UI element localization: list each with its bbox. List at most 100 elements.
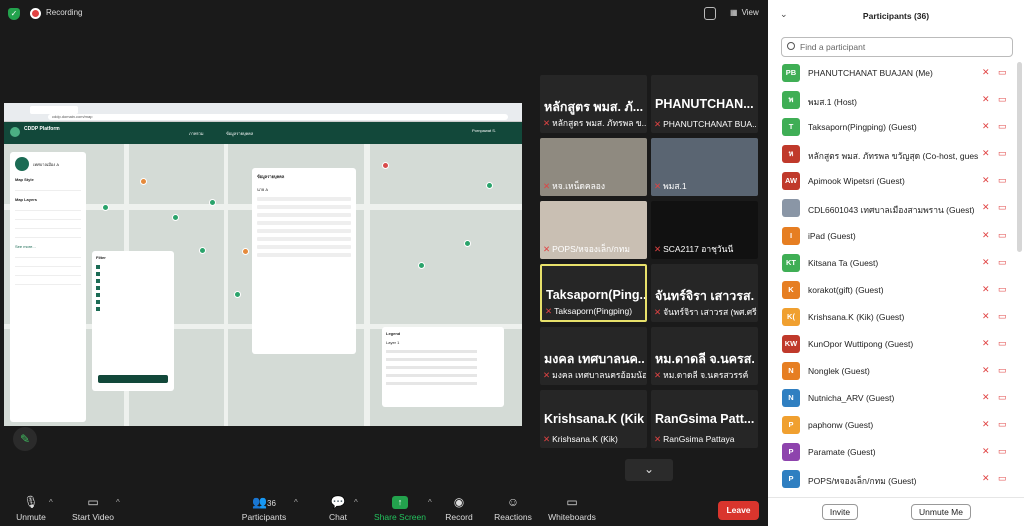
participants-caret-icon[interactable]: ^: [294, 498, 298, 507]
muted-mic-icon: ✕: [982, 392, 990, 403]
annotate-pen-icon[interactable]: ✎: [13, 427, 37, 451]
participant-row[interactable]: K(Krishsana.K (Kik) (Guest) ✕ ▭: [768, 304, 1024, 331]
participant-row[interactable]: PB PHANUTCHANAT BUAJAN (Me) ✕ ▭: [768, 60, 1024, 87]
camera-off-icon: ▭: [998, 337, 1007, 348]
filter-checkbox: [96, 264, 170, 268]
shared-panel-row: [15, 186, 81, 191]
shared-panel-row: [15, 233, 81, 238]
immersive-view-icon[interactable]: [704, 7, 716, 20]
participant-row[interactable]: พ พมส.1 (Host) ✕ ▭: [768, 87, 1024, 114]
map-road: [364, 144, 370, 426]
participant-row[interactable]: AW Apimook Wipetsri (Guest) ✕ ▭: [768, 168, 1024, 195]
zoom-meeting-window: ✓ Recording ▦ View cddp.domain.com/map CD…: [0, 0, 1024, 526]
camera-off-icon: ▭: [998, 392, 1007, 403]
muted-mic-icon: ✕: [982, 365, 990, 376]
video-tile-name: RanGsima Patt...: [655, 412, 755, 426]
video-tile[interactable]: ✕ POPS/หจองเล็ก/กทม: [540, 201, 647, 259]
unmute-button[interactable]: 🎙 Unmute: [14, 495, 48, 523]
camera-off-icon: ▭: [998, 67, 1007, 77]
whiteboards-button[interactable]: ▭ Whiteboards: [546, 496, 598, 523]
video-tile[interactable]: Krishsana.K (Kik) ✕ Krishsana.K (Kik): [540, 390, 647, 448]
browser-tab: [30, 106, 78, 114]
muted-mic-icon: ✕: [545, 306, 553, 316]
video-tile-label-text: จันทร์จิรา เสาวรส (พศ.ศรีล...: [663, 307, 757, 317]
start-video-button[interactable]: ▭ Start Video: [70, 496, 116, 523]
share-screen-button[interactable]: ↑ Share Screen: [374, 496, 426, 522]
view-button[interactable]: ▦ View: [730, 8, 759, 17]
detail-line: [257, 229, 351, 233]
video-tile[interactable]: หม.ดาดลี จ.นครส... ✕ หม.ดาดลี จ.นครสวรรค์: [651, 327, 758, 385]
participant-name: Paramate (Guest): [808, 447, 876, 458]
participant-search-input[interactable]: Find a participant: [781, 37, 1013, 57]
record-button[interactable]: ◉ Record: [444, 496, 474, 523]
shared-panel-row: [15, 224, 81, 229]
legend-line: [386, 382, 478, 385]
video-tile[interactable]: RanGsima Patt... ✕ RanGsima Pattaya: [651, 390, 758, 448]
audio-options-caret-icon[interactable]: ^: [49, 498, 53, 507]
participant-list-scrollbar[interactable]: [1017, 62, 1022, 252]
participant-row[interactable]: P Paramate (Guest) ✕ ▭: [768, 439, 1024, 466]
app-nav-overview: ภาพรวม: [189, 131, 204, 136]
video-tile-label-text: SCA2117 อาชุวันนี: [663, 244, 734, 254]
recording-label: Recording: [46, 8, 83, 17]
participant-name: CDL6601043 เทศบาลเมืองสามพราน (Guest): [808, 205, 975, 216]
participant-row[interactable]: CDL6601043 เทศบาลเมืองสามพราน (Guest) ✕ ▭: [768, 195, 1024, 222]
video-options-caret-icon[interactable]: ^: [116, 498, 120, 507]
video-tile[interactable]: PHANUTCHAN... ✕ PHANUTCHANAT BUA...: [651, 75, 758, 133]
participant-row[interactable]: ห หลักสูตร พมส. ภัทรพล ขวัญสุด (Co-host, …: [768, 141, 1024, 168]
participant-name: iPad (Guest): [808, 230, 856, 241]
participant-row[interactable]: KT Kitsana Ta (Guest) ✕ ▭: [768, 250, 1024, 277]
muted-mic-icon: ✕: [982, 283, 990, 294]
chat-caret-icon[interactable]: ^: [354, 498, 358, 507]
security-shield-icon[interactable]: ✓: [8, 8, 20, 20]
browser-chrome: cddp.domain.com/map: [4, 103, 522, 122]
shared-screen: cddp.domain.com/map CDDP Platform ภาพรวม…: [4, 103, 522, 426]
video-tile[interactable]: หลักสูตร พมส. ภั... ✕ หลักสูตร พมส. ภัทรพล…: [540, 75, 647, 133]
shared-side-panel: เทศบาลเมือง A Map Style Map Layers See m…: [10, 152, 86, 422]
participant-row[interactable]: IiPad (Guest) ✕ ▭: [768, 223, 1024, 250]
participant-row[interactable]: N Nutnicha_ARV (Guest) ✕ ▭: [768, 385, 1024, 412]
video-tile-label-text: หจ.เหน็ดคลอง: [552, 181, 606, 191]
map-pin: [418, 262, 425, 269]
participant-row[interactable]: N Nonglek (Guest) ✕ ▭: [768, 358, 1024, 385]
invite-button[interactable]: Invite: [822, 504, 858, 520]
map-road: [224, 144, 228, 426]
video-tile[interactable]: จันทร์จิรา เสาวรส... ✕ จันทร์จิรา เสาวรส (…: [651, 264, 758, 322]
participant-row[interactable]: KW KunOpor Wuttipong (Guest) ✕ ▭: [768, 331, 1024, 358]
video-tile[interactable]: ✕ หจ.เหน็ดคลอง: [540, 138, 647, 196]
legend-line: [386, 366, 478, 369]
participant-avatar: KT: [782, 253, 800, 272]
participant-row[interactable]: P POPS/หจองเล็ก/กทม (Guest) ✕ ▭: [768, 466, 1024, 493]
muted-mic-icon: ✕: [982, 337, 990, 348]
participant-name: หลักสูตร พมส. ภัทรพล ขวัญสุด (Co-host, g…: [808, 151, 978, 162]
participants-count: 36: [267, 499, 276, 508]
participant-name: KunOpor Wuttipong (Guest): [808, 338, 914, 349]
reactions-button[interactable]: ☺ Reactions: [493, 496, 533, 523]
video-tile-label: ✕ Krishsana.K (Kik): [543, 434, 646, 445]
video-tile-label-text: PHANUTCHANAT BUA...: [663, 119, 757, 129]
unmute-me-button[interactable]: Unmute Me: [911, 504, 971, 520]
participant-row[interactable]: T Taksaporn(Pingping) (Guest) ✕ ▭: [768, 114, 1024, 141]
participant-row[interactable]: Kkorakot(gift) (Guest) ✕ ▭: [768, 277, 1024, 304]
chat-button[interactable]: 💬 Chat: [326, 496, 350, 523]
video-tile[interactable]: ✕ SCA2117 อาชุวันนี: [651, 201, 758, 259]
share-caret-icon[interactable]: ^: [428, 498, 432, 507]
shared-app-header: CDDP Platform ภาพรวม ข้อมูลรายบุคคล Porn…: [4, 122, 522, 144]
video-tile[interactable]: Taksaporn(Ping... ✕ Taksaporn(Pingping): [540, 264, 647, 322]
video-tile-label-text: Krishsana.K (Kik): [552, 434, 618, 444]
video-tile[interactable]: ✕ พมส.1: [651, 138, 758, 196]
muted-mic-icon: ✕: [543, 118, 551, 128]
grid-next-page-chevron-icon[interactable]: ⌄: [625, 459, 673, 481]
participant-row[interactable]: Ppaphonw (Guest) ✕ ▭: [768, 412, 1024, 439]
microphone-muted-icon: 🎙: [23, 495, 39, 509]
video-tile-name: PHANUTCHAN...: [655, 97, 754, 111]
filter-apply-button: [98, 375, 168, 383]
leave-button[interactable]: Leave: [718, 501, 759, 520]
participant-avatar: PB: [782, 64, 800, 82]
participants-button[interactable]: 👥36 Participants: [240, 496, 288, 523]
video-tile-name: มงคล เทศบาลนค...: [544, 352, 644, 366]
view-label: View: [741, 8, 759, 17]
share-screen-icon: ↑: [392, 496, 408, 509]
video-tile-label: ✕จันทร์จิรา เสาวรส (พศ.ศรีล...: [654, 305, 757, 319]
video-tile[interactable]: มงคล เทศบาลนค... ✕ มงคล เทศบาลนครอ้อมน้อย: [540, 327, 647, 385]
